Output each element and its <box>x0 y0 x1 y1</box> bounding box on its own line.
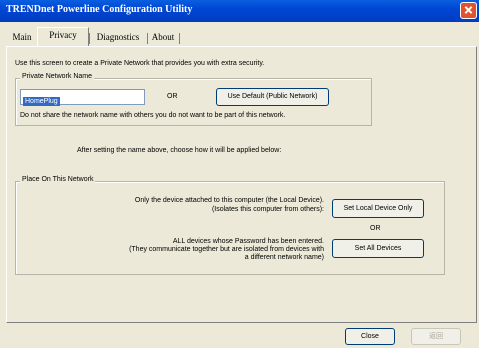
after-setting-text: After setting the name above, choose how… <box>77 147 282 154</box>
all-devices-text-3: a different network name) <box>244 254 324 261</box>
network-name-value: HomePlug <box>23 97 60 106</box>
tab-about[interactable]: About <box>149 30 177 45</box>
local-device-text-2: (Isolates this computer from others): <box>211 206 324 213</box>
tab-separator <box>179 33 180 44</box>
local-device-text-1: Only the device attached to this compute… <box>134 197 324 204</box>
tab-separator <box>89 33 90 44</box>
footer-bar: Close 返回 <box>0 328 479 348</box>
close-window-icon[interactable] <box>460 2 477 19</box>
set-local-device-button[interactable]: Set Local Device Only <box>332 199 424 218</box>
close-button[interactable]: Close <box>345 328 395 345</box>
or-text: OR <box>167 93 178 100</box>
tab-main[interactable]: Main <box>8 30 36 45</box>
private-network-group: Private Network Name HomePlug OR Use Def… <box>15 73 372 126</box>
tab-diagnostics[interactable]: Diagnostics <box>91 30 145 45</box>
tab-separator <box>147 33 148 44</box>
privacy-panel: Use this screen to create a Private Netw… <box>6 46 477 323</box>
or-text: OR <box>370 225 381 232</box>
title-bar: TRENDnet Powerline Configuration Utility <box>0 0 479 22</box>
all-devices-text-1: ALL devices whose Password has been ente… <box>172 238 324 245</box>
place-on-network-group-title: Place On This Network <box>20 176 96 183</box>
place-on-network-group: Place On This Network Only the device at… <box>15 176 445 275</box>
all-devices-text-2: (They communicate together but are isola… <box>129 246 324 253</box>
intro-text: Use this screen to create a Private Netw… <box>15 60 265 67</box>
app-window: TRENDnet Powerline Configuration Utility… <box>0 0 479 348</box>
network-name-input[interactable]: HomePlug <box>20 89 145 106</box>
warning-text: Do not share the network name with other… <box>20 112 286 119</box>
use-default-button[interactable]: Use Default (Public Network) <box>216 88 329 106</box>
tab-privacy[interactable]: Privacy <box>37 27 89 47</box>
private-network-group-title: Private Network Name <box>20 73 95 80</box>
window-title: TRENDnet Powerline Configuration Utility <box>6 4 193 15</box>
disabled-button[interactable]: 返回 <box>411 328 461 345</box>
set-all-devices-button[interactable]: Set All Devices <box>332 239 424 258</box>
